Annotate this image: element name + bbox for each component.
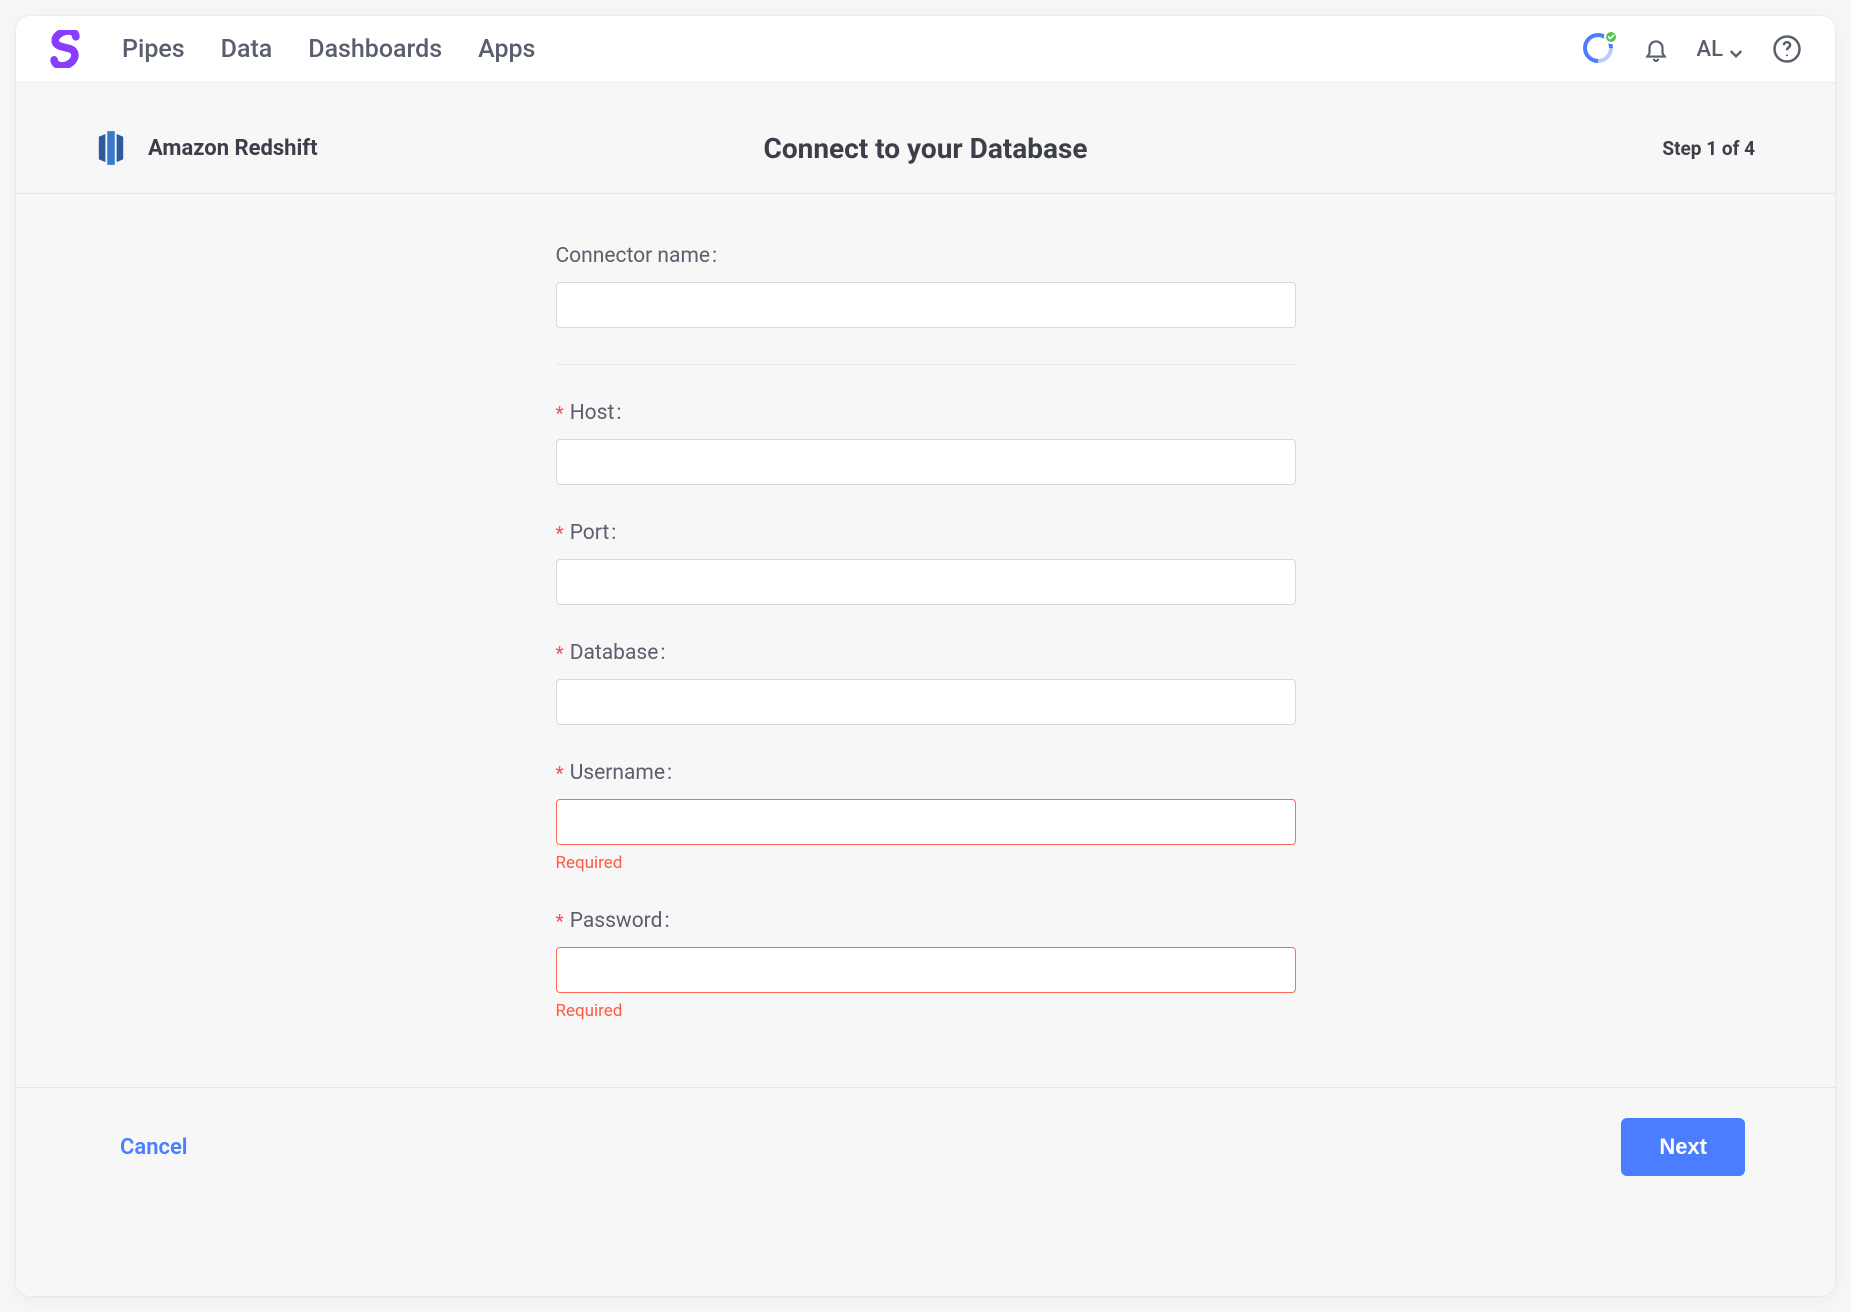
connection-form: Connector name: * Host: * Port: <box>556 244 1296 1057</box>
user-initials: AL <box>1697 37 1723 62</box>
form-divider <box>556 364 1296 365</box>
label-connector-name: Connector name <box>556 244 711 268</box>
field-password: * Password: Required <box>556 909 1296 1021</box>
step-indicator: Step 1 of 4 <box>1662 137 1755 160</box>
connector-source-name: Amazon Redshift <box>148 136 318 161</box>
label-username: Username <box>570 761 665 785</box>
nav-item-data[interactable]: Data <box>221 35 273 64</box>
required-asterisk: * <box>556 522 564 545</box>
cancel-button[interactable]: Cancel <box>120 1135 188 1160</box>
required-asterisk: * <box>556 910 564 933</box>
nav-items: Pipes Data Dashboards Apps <box>122 35 535 64</box>
footer: Cancel Next <box>16 1087 1835 1210</box>
status-success-badge <box>1604 30 1618 44</box>
notifications-icon[interactable] <box>1643 35 1669 63</box>
label-password: Password <box>570 909 663 933</box>
field-host: * Host: <box>556 401 1296 485</box>
input-password[interactable] <box>556 947 1296 993</box>
app-logo-icon[interactable] <box>48 30 82 68</box>
page-header: Amazon Redshift Connect to your Database… <box>16 83 1835 194</box>
chevron-down-icon <box>1729 42 1743 56</box>
error-username: Required <box>556 853 1296 873</box>
redshift-icon <box>96 131 126 165</box>
field-username: * Username: Required <box>556 761 1296 873</box>
field-database: * Database: <box>556 641 1296 725</box>
field-port: * Port: <box>556 521 1296 605</box>
loading-status-icon[interactable] <box>1583 33 1615 65</box>
required-asterisk: * <box>556 402 564 425</box>
page-body: Amazon Redshift Connect to your Database… <box>16 83 1835 1296</box>
help-icon[interactable] <box>1771 33 1803 65</box>
nav-item-dashboards[interactable]: Dashboards <box>308 35 442 64</box>
input-username[interactable] <box>556 799 1296 845</box>
user-menu[interactable]: AL <box>1697 37 1743 62</box>
error-password: Required <box>556 1001 1296 1021</box>
input-database[interactable] <box>556 679 1296 725</box>
app-shell: Pipes Data Dashboards Apps AL <box>16 16 1835 1296</box>
required-asterisk: * <box>556 762 564 785</box>
top-nav-right: AL <box>1583 33 1803 65</box>
required-asterisk: * <box>556 642 564 665</box>
nav-item-pipes[interactable]: Pipes <box>122 35 185 64</box>
nav-item-apps[interactable]: Apps <box>478 35 535 64</box>
input-port[interactable] <box>556 559 1296 605</box>
input-host[interactable] <box>556 439 1296 485</box>
page-title: Connect to your Database <box>764 132 1088 165</box>
form-area: Connector name: * Host: * Port: <box>16 194 1835 1087</box>
top-nav: Pipes Data Dashboards Apps AL <box>16 16 1835 83</box>
input-connector-name[interactable] <box>556 282 1296 328</box>
field-connector-name: Connector name: <box>556 244 1296 328</box>
label-port: Port <box>570 521 610 545</box>
next-button[interactable]: Next <box>1621 1118 1745 1176</box>
label-database: Database <box>570 641 659 665</box>
label-host: Host <box>570 401 615 425</box>
